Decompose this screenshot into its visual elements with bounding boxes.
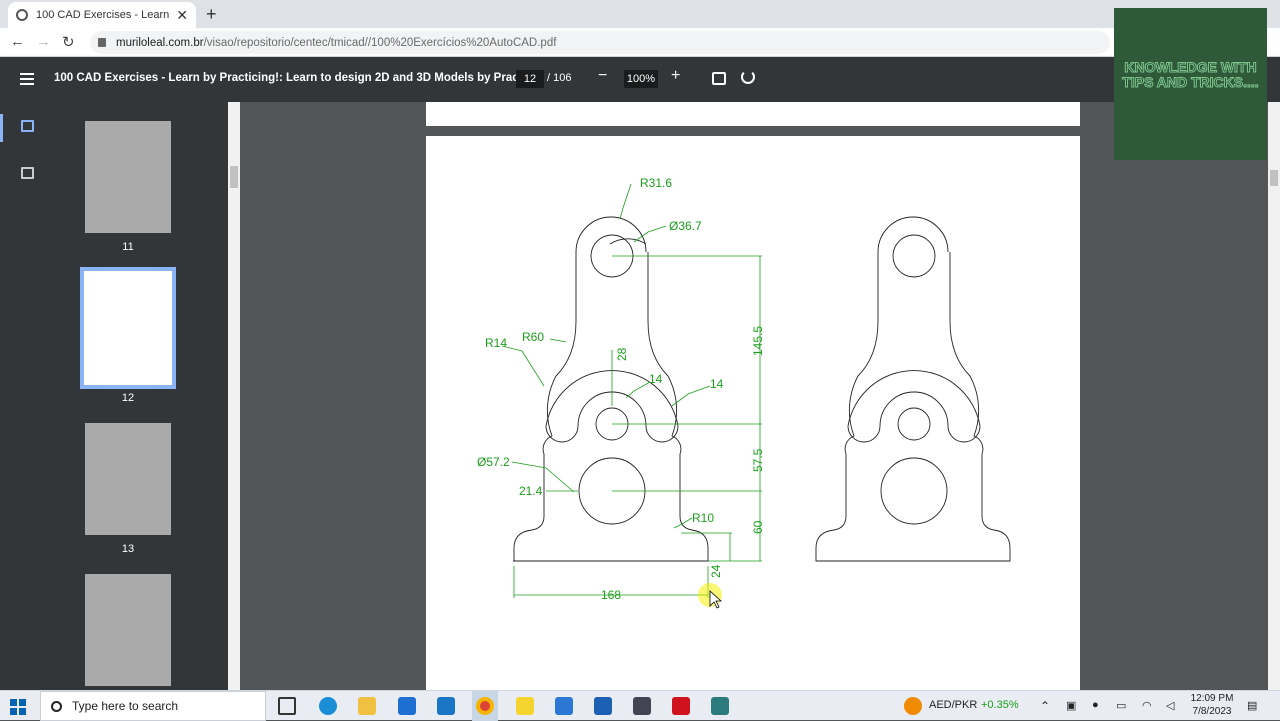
url-bar[interactable]: muriloleal.com.br/visao/repositorio/cent…: [90, 31, 1110, 54]
dim-28: 28: [615, 347, 629, 361]
cad-drawing: R31.6 Ø36.7 R14 R60 28 14 14 145.5 57.5 …: [477, 176, 1011, 609]
pdf-page: R31.6 Ø36.7 R14 R60 28 14 14 145.5 57.5 …: [426, 136, 1080, 690]
browser-tab[interactable]: 100 CAD Exercises - Learn by Pra ✕: [8, 2, 196, 28]
document-title: 100 CAD Exercises - Learn by Practicing!…: [54, 72, 545, 84]
active-indicator: [0, 114, 3, 142]
thumbnails-icon[interactable]: [21, 120, 34, 132]
thumbnail-page-12[interactable]: [80, 267, 176, 389]
currency-label[interactable]: AED/PKR: [929, 699, 977, 711]
part-outline-left: [513, 216, 709, 562]
calculator-icon[interactable]: [711, 697, 729, 715]
file-explorer-icon[interactable]: [358, 697, 376, 715]
forward-icon[interactable]: →: [36, 33, 51, 50]
url-path: /visao/repositorio/centec/tmicad//100%20…: [203, 36, 557, 49]
taskbar-search[interactable]: Type here to search: [40, 691, 266, 721]
task-view-icon[interactable]: [278, 697, 296, 715]
clock-date: 7/8/2023: [1192, 706, 1232, 717]
previous-page: [426, 102, 1080, 126]
search-icon: [51, 700, 62, 712]
thumbnail-pane: 11 12 13: [56, 102, 228, 690]
thumbnail-page-14[interactable]: [85, 574, 171, 686]
close-tab-icon[interactable]: ✕: [176, 7, 188, 24]
wifi-icon[interactable]: ◠: [1142, 699, 1152, 712]
dim-r14: R14: [485, 336, 507, 350]
dim-d36-7: Ø36.7: [669, 219, 702, 233]
save-app-icon[interactable]: [633, 697, 651, 715]
tab-title: 100 CAD Exercises - Learn by Pra: [36, 9, 172, 21]
windows-taskbar: Type here to search AED/PKR +0.35% ⌃ ▣ ●…: [0, 690, 1280, 721]
currency-change: +0.35%: [981, 699, 1019, 711]
search-placeholder: Type here to search: [72, 699, 179, 713]
volume-icon[interactable]: ◁: [1166, 699, 1174, 712]
thumbnail-scrollbar[interactable]: [228, 102, 240, 690]
thumbnail-page-13[interactable]: [85, 423, 171, 535]
address-toolbar: ← → ↻ muriloleal.com.br/visao/repositori…: [0, 28, 1280, 57]
menu-icon[interactable]: [20, 73, 34, 85]
overlay-text: KNOWLEDGE WITH TIPS AND TRICKS....: [1122, 59, 1259, 90]
fit-to-page-icon[interactable]: [712, 72, 726, 85]
notifications-icon[interactable]: ▤: [1247, 699, 1257, 712]
dim-r10: R10: [692, 511, 714, 525]
app-icon[interactable]: [594, 697, 612, 715]
url-host: muriloleal.com.br: [116, 36, 204, 49]
autocad-icon[interactable]: [672, 697, 690, 715]
pdf-toolbar: 100 CAD Exercises - Learn by Practicing!…: [0, 57, 1280, 102]
microphone-icon[interactable]: ●: [1092, 699, 1099, 711]
pdf-viewer: R31.6 Ø36.7 R14 R60 28 14 14 145.5 57.5 …: [240, 102, 1268, 690]
meet-icon[interactable]: ▣: [1066, 699, 1076, 712]
sticky-notes-icon[interactable]: [516, 697, 534, 715]
dim-24: 24: [709, 564, 723, 578]
clock-time: 12:09 PM: [1190, 693, 1234, 704]
back-icon[interactable]: ←: [10, 33, 25, 50]
dim-d57-2: Ø57.2: [477, 455, 510, 469]
globe-icon: [16, 9, 28, 21]
market-icon: [904, 697, 922, 715]
dimension-lines: [501, 183, 762, 598]
battery-icon[interactable]: ▭: [1116, 699, 1126, 712]
chevron-up-icon[interactable]: ⌃: [1040, 699, 1050, 713]
zoom-input[interactable]: 100%: [624, 70, 658, 88]
mail-icon[interactable]: [437, 697, 455, 715]
thumbnail-label: 11: [122, 241, 134, 253]
dim-21-4: 21.4: [519, 484, 543, 498]
tools-icon[interactable]: [555, 697, 573, 715]
new-tab-button[interactable]: +: [206, 4, 217, 25]
lock-icon: [98, 38, 106, 47]
browser-tab-strip: 100 CAD Exercises - Learn by Pra ✕ +: [0, 0, 1280, 28]
dim-r60: R60: [522, 330, 544, 344]
rotate-icon[interactable]: [741, 70, 755, 84]
zoom-in-button[interactable]: +: [671, 67, 680, 85]
page-total: / 106: [547, 72, 572, 84]
dim-r31-6: R31.6: [640, 176, 672, 190]
zoom-out-button[interactable]: −: [598, 67, 607, 85]
dim-168: 168: [601, 588, 621, 602]
thumbnail-label: 13: [121, 543, 135, 555]
outline-icon[interactable]: [21, 167, 34, 179]
thumbnail-label: 12: [121, 392, 135, 404]
edge-icon[interactable]: [319, 697, 337, 715]
chrome-icon[interactable]: [476, 697, 494, 715]
system-clock[interactable]: 12:09 PM 7/8/2023: [1186, 692, 1238, 718]
windows-start-icon[interactable]: [10, 699, 26, 715]
video-overlay: KNOWLEDGE WITH TIPS AND TRICKS....: [1114, 8, 1267, 160]
dim-14b: 14: [710, 377, 724, 391]
reload-icon[interactable]: ↻: [62, 33, 75, 51]
dim-57-5: 57.5: [751, 448, 765, 472]
page-number-input[interactable]: 12: [516, 70, 544, 88]
dim-14a: 14: [649, 372, 663, 386]
part-outline-right: [815, 216, 1011, 562]
dim-60: 60: [751, 520, 765, 534]
sidebar-toolbar: [0, 102, 56, 690]
store-icon[interactable]: [398, 697, 416, 715]
viewer-scrollbar[interactable]: [1268, 102, 1280, 690]
thumbnail-page-11[interactable]: [85, 121, 171, 233]
dim-145-5: 145.5: [751, 326, 765, 356]
